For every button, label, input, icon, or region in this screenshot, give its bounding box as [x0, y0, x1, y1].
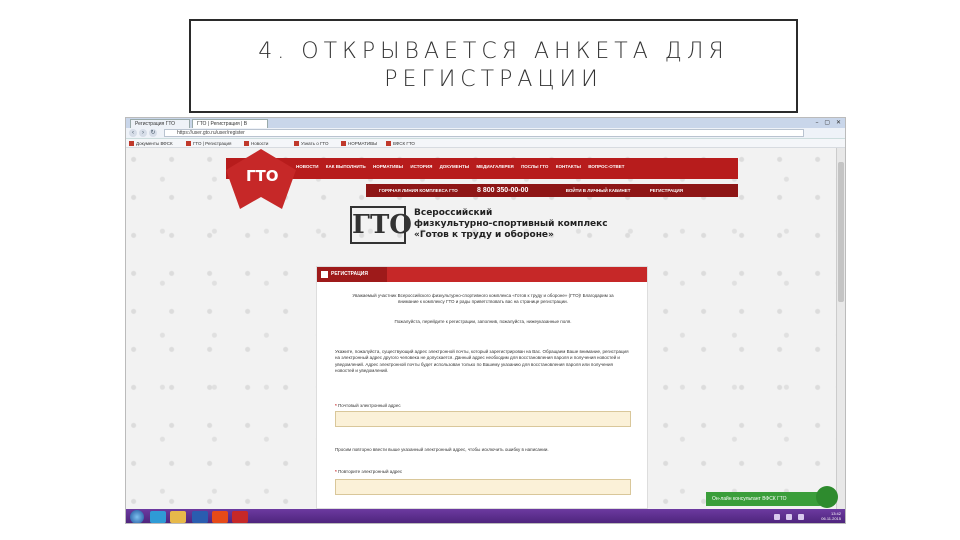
menu-item[interactable]: ВОПРОС-ОТВЕТ — [588, 164, 624, 169]
tray-flag-icon[interactable] — [774, 514, 780, 520]
chat-icon[interactable] — [816, 486, 838, 508]
browser-icon[interactable] — [232, 511, 248, 523]
email-note: Укажите, пожалуйста, существующий адрес … — [335, 349, 629, 373]
form-intro: Уважаемый участник Всероссийского физкул… — [352, 293, 614, 305]
login-link[interactable]: ВОЙТИ В ЛИЧНЫЙ КАБИНЕТ — [566, 188, 631, 193]
site-subheader: ГОРЯЧАЯ ЛИНИЯ КОМПЛЕКСА ГТО 8 800 350-00… — [379, 187, 701, 194]
ie-icon[interactable] — [150, 511, 166, 523]
hotline-label: ГОРЯЧАЯ ЛИНИЯ КОМПЛЕКСА ГТО 8 800 350-00… — [379, 187, 529, 194]
window-controls[interactable]: – ▢ ✕ — [815, 119, 843, 126]
site-menu: НОВОСТИ КАК ВЫПОЛНИТЬ НОРМАТИВЫ ИСТОРИЯ … — [296, 164, 631, 169]
bookmark[interactable]: Новости — [244, 139, 268, 148]
brand-block: ГТО Всероссийский физкультурно-спортивны… — [350, 206, 650, 246]
form-header-tab: РЕГИСТРАЦИЯ — [317, 267, 387, 282]
menu-item[interactable]: МЕДИАГАЛЕРЕЯ — [476, 164, 513, 169]
reload-icon[interactable]: ↻ — [149, 129, 157, 137]
web-page: ГТО НОВОСТИ КАК ВЫПОЛНИТЬ НОРМАТИВЫ ИСТО… — [126, 148, 838, 509]
browser-tab-active[interactable]: ГТО | Регистрация | В — [192, 119, 268, 128]
menu-item[interactable]: ИСТОРИЯ — [410, 164, 432, 169]
menu-item[interactable]: ДОКУМЕНТЫ — [440, 164, 470, 169]
slide-title-box: 4. ОТКРЫВАЕТСЯ АНКЕТА ДЛЯ РЕГИСТРАЦИИ — [189, 19, 798, 113]
email-label: * Почтовый электронный адрес — [335, 403, 401, 408]
page-scrollbar[interactable] — [836, 148, 845, 509]
bookmark[interactable]: НОРМАТИВЫ — [341, 139, 377, 148]
form-header: РЕГИСТРАЦИЯ — [317, 267, 647, 282]
menu-item[interactable]: ПОСЛЫ ГТО — [521, 164, 548, 169]
online-chat-button[interactable]: Он-лайн консультант ВФСК ГТО — [706, 492, 826, 506]
menu-item[interactable]: НОВОСТИ — [296, 164, 319, 169]
powerpoint-icon[interactable] — [212, 511, 228, 523]
bookmarks-bar: Документы ВФСК ГТО | Регистрация Новости… — [126, 139, 845, 148]
repeat-email-note: Просим повторно ввести выше указанный эл… — [335, 447, 549, 452]
register-link[interactable]: РЕГИСТРАЦИЯ — [650, 188, 683, 193]
bookmark[interactable]: ВФСК ГТО — [386, 139, 415, 148]
bookmark[interactable]: Документы ВФСК — [129, 139, 173, 148]
bookmark[interactable]: Узнать о ГТО — [294, 139, 328, 148]
browser-tab-strip: Регистрация ГТО ГТО | Регистрация | В – … — [126, 118, 845, 128]
form-intro-2: Пожалуйста, перейдите к регистрации, зап… — [394, 319, 572, 324]
slide: 4. ОТКРЫВАЕТСЯ АНКЕТА ДЛЯ РЕГИСТРАЦИИ Ре… — [0, 0, 960, 540]
slide-title-line2: РЕГИСТРАЦИИ — [384, 67, 603, 92]
scrollbar-thumb[interactable] — [838, 162, 844, 302]
registration-form: РЕГИСТРАЦИЯ Уважаемый участник Всероссий… — [316, 266, 648, 509]
bookmark[interactable]: ГТО | Регистрация — [186, 139, 231, 148]
browser-screenshot: Регистрация ГТО ГТО | Регистрация | В – … — [125, 117, 846, 524]
browser-tab[interactable]: Регистрация ГТО — [130, 119, 190, 128]
repeat-email-field[interactable] — [335, 479, 631, 495]
brand-text: Всероссийский физкультурно-спортивный ко… — [414, 208, 608, 240]
hotline-phone: 8 800 350-00-00 — [477, 187, 529, 194]
start-button[interactable] — [130, 510, 144, 523]
repeat-email-label: * Повторите электронный адрес — [335, 469, 403, 474]
explorer-icon[interactable] — [170, 511, 186, 523]
back-icon[interactable]: ‹ — [129, 129, 137, 137]
url-bar[interactable]: https://user.gto.ru/user/register — [164, 129, 804, 137]
tray-clock[interactable]: 13:42 06.11.2015 — [821, 511, 841, 521]
slide-title-line1: 4. ОТКРЫВАЕТСЯ АНКЕТА ДЛЯ — [258, 39, 729, 64]
address-row: ‹ › ↻ https://user.gto.ru/user/register — [126, 128, 845, 139]
brand-mark: ГТО — [350, 206, 412, 244]
menu-item[interactable]: НОРМАТИВЫ — [373, 164, 403, 169]
email-field[interactable] — [335, 411, 631, 427]
tray-network-icon[interactable] — [786, 514, 792, 520]
windows-taskbar: 13:42 06.11.2015 — [126, 509, 845, 523]
tray-volume-icon[interactable] — [798, 514, 804, 520]
forward-icon[interactable]: › — [139, 129, 147, 137]
word-icon[interactable] — [192, 511, 208, 523]
menu-item[interactable]: КАК ВЫПОЛНИТЬ — [326, 164, 366, 169]
menu-item[interactable]: КОНТАКТЫ — [556, 164, 581, 169]
form-icon — [321, 271, 328, 278]
